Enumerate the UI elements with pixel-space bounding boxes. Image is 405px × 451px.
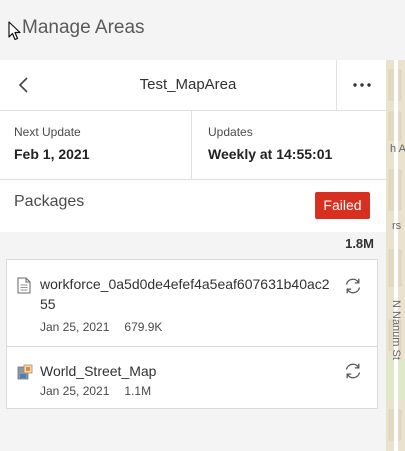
map-tiles <box>386 60 405 451</box>
status-badge: Failed <box>315 192 370 219</box>
tile-package-icon <box>17 364 33 380</box>
schedule-info: Next Update Feb 1, 2021 Updates Weekly a… <box>0 111 386 180</box>
app-header: Manage Areas <box>0 0 405 61</box>
next-update-label: Next Update <box>14 125 81 139</box>
sync-icon[interactable] <box>343 361 363 381</box>
area-title: Test_MapArea <box>139 76 237 93</box>
sync-icon[interactable] <box>343 276 363 296</box>
package-name: workforce_0a5d0de4efef4a5eaf607631b40ac2… <box>40 276 330 312</box>
total-size: 1.8M <box>345 236 374 251</box>
map-label: h A <box>390 143 405 155</box>
list-item[interactable]: World_Street_Map Jan 25, 2021 1.1M <box>7 347 377 408</box>
updates-label: Updates <box>208 125 253 139</box>
package-date: Jan 25, 2021 <box>40 384 110 398</box>
packages-title: Packages <box>14 193 85 210</box>
more-horizontal-icon <box>353 83 371 87</box>
back-chevron-icon[interactable] <box>12 73 36 97</box>
next-update: Next Update Feb 1, 2021 <box>0 111 192 179</box>
package-name: World_Street_Map <box>40 363 157 379</box>
package-size: 679.9K <box>124 320 163 334</box>
app-title: Manage Areas <box>22 17 145 38</box>
package-size: 1.1M <box>124 384 152 398</box>
next-update-value: Feb 1, 2021 <box>14 146 90 162</box>
area-details-panel: Test_MapArea Next Update Feb 1, 2021 Upd… <box>0 60 386 451</box>
mouse-cursor-icon <box>8 21 21 41</box>
package-list: workforce_0a5d0de4efef4a5eaf607631b40ac2… <box>6 259 378 409</box>
map-street-label: N Nanum St <box>390 300 402 360</box>
document-icon <box>17 277 31 294</box>
map-label: rs <box>392 220 402 232</box>
list-item[interactable]: workforce_0a5d0de4efef4a5eaf607631b40ac2… <box>7 260 377 347</box>
package-date: Jan 25, 2021 <box>40 320 110 334</box>
updates-value: Weekly at 14:55:01 <box>208 146 333 162</box>
map-background[interactable]: h A rs N Nanum St <box>386 60 405 451</box>
nav-bar: Test_MapArea <box>0 60 386 111</box>
package-meta: Jan 25, 2021 679.9K <box>40 320 162 334</box>
updates-frequency: Updates Weekly at 14:55:01 <box>192 111 386 179</box>
more-options-button[interactable] <box>336 60 387 110</box>
package-meta: Jan 25, 2021 1.1M <box>40 384 151 398</box>
